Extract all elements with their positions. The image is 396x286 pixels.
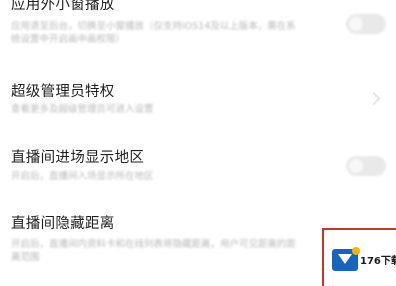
setting-description: 开启后，直播间入场显示所在地区 (11, 171, 154, 182)
setting-title: 应用外小窗播放 (11, 0, 115, 13)
setting-description: 应用退至后台，切换至小窗播放（仅支持iOS14及以上版本，需在系统设置中开启画中… (11, 21, 296, 45)
setting-description: 开启后，直播间内资料卡和在线列表将隐藏距离，用户可见距离的距离范围 (11, 239, 297, 263)
download-logo-icon (332, 247, 360, 271)
setting-title: 直播间隐藏距离 (11, 216, 115, 232)
settings-page: 应用外小窗播放 应用退至后台，切换至小窗播放（仅支持iOS14及以上版本，需在系… (0, 0, 396, 286)
setting-row-show-region[interactable]: 直播间进场显示地区 开启后，直播间入场显示所在地区 (0, 140, 396, 200)
site-watermark: 176下载网 (322, 228, 396, 286)
watermark-text: 176下载网 (360, 256, 396, 267)
setting-description: 查看更多及超级管理员可进入设置 (11, 104, 154, 115)
setting-row-super-admin[interactable]: 超级管理员特权 查看更多及超级管理员可进入设置 (0, 70, 396, 130)
chevron-right-icon (367, 92, 380, 105)
show-region-toggle[interactable] (346, 156, 386, 176)
setting-row-floating-window[interactable]: 应用外小窗播放 应用退至后台，切换至小窗播放（仅支持iOS14及以上版本，需在系… (0, 0, 396, 60)
setting-title: 直播间进场显示地区 (11, 150, 145, 166)
floating-window-toggle[interactable] (346, 14, 386, 34)
setting-title: 超级管理员特权 (11, 84, 115, 100)
